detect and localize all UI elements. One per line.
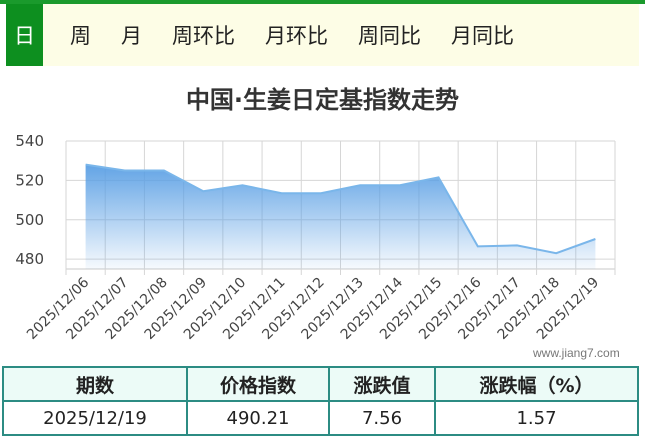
tab-week-year-over-year[interactable]: 周同比 [343, 4, 436, 66]
tab-week-over-week[interactable]: 周环比 [157, 4, 250, 66]
chart-title: 中国·生姜日定基指数走势 [185, 86, 460, 114]
header-change-percent: 涨跌幅（%） [434, 366, 639, 402]
index-area-chart: 480500520540 2025/12/062025/12/072025/12… [15, 132, 616, 343]
cell-change-percent: 1.57 [434, 400, 639, 436]
tab-week[interactable]: 周 [55, 4, 106, 66]
table-row: 2025/12/19 490.21 7.56 1.57 [2, 400, 639, 436]
tab-month[interactable]: 月 [106, 4, 157, 66]
y-tick-label: 500 [15, 211, 44, 229]
cell-period: 2025/12/19 [2, 400, 188, 436]
tab-month-over-month[interactable]: 月环比 [250, 4, 343, 66]
table-header-row: 期数 价格指数 涨跌值 涨跌幅（%） [2, 366, 639, 402]
period-tabs: 日 周 月 周环比 月环比 周同比 月同比 [6, 4, 639, 66]
cell-change-value: 7.56 [328, 400, 436, 436]
y-tick-label: 520 [15, 171, 44, 189]
watermark: www.jiang7.com [533, 346, 620, 360]
header-price-index: 价格指数 [186, 366, 330, 402]
y-tick-label: 540 [15, 132, 44, 150]
header-change-value: 涨跌值 [328, 366, 436, 402]
tab-month-year-over-year[interactable]: 月同比 [436, 4, 529, 66]
tab-day[interactable]: 日 [6, 4, 43, 66]
summary-table: 期数 价格指数 涨跌值 涨跌幅（%） 2025/12/19 490.21 7.5… [2, 366, 639, 436]
y-tick-label: 480 [15, 250, 44, 268]
header-period: 期数 [2, 366, 188, 402]
cell-price-index: 490.21 [186, 400, 330, 436]
